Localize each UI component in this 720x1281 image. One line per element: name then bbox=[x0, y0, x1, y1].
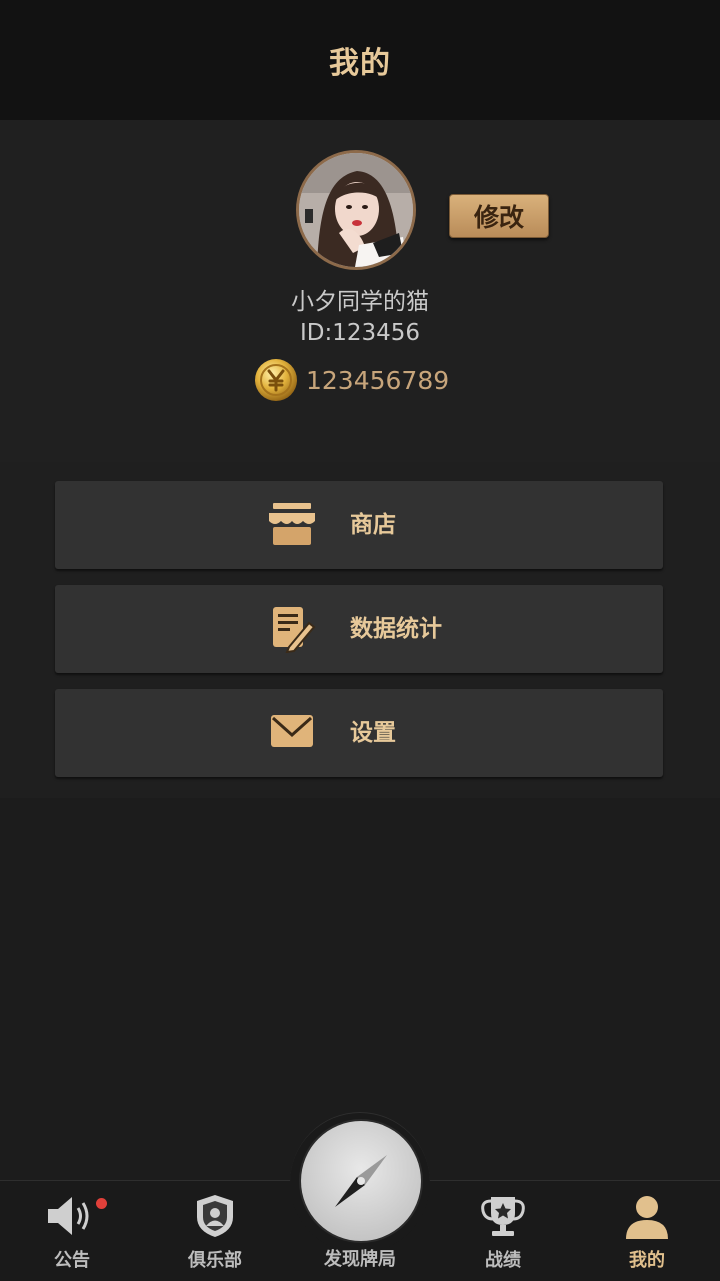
nav-label-club: 俱乐部 bbox=[188, 1250, 242, 1271]
speaker-icon bbox=[48, 1197, 89, 1235]
profile-section: 修改 小夕同学的猫 ID:123456 123456789 bbox=[0, 120, 720, 462]
menu-label-statistics: 数据统计 bbox=[350, 616, 442, 642]
nav-item-notice[interactable]: 公告 bbox=[0, 1181, 144, 1281]
menu-label-shop: 商店 bbox=[350, 512, 396, 538]
menu-item-settings[interactable]: 设置 bbox=[55, 689, 663, 777]
menu-list: 商店 数据统计 设置 bbox=[0, 462, 720, 798]
user-id: ID:123456 bbox=[299, 320, 421, 346]
discover-button[interactable] bbox=[301, 1121, 421, 1241]
nickname: 小夕同学的猫 bbox=[291, 289, 429, 315]
trophy-icon bbox=[481, 1197, 525, 1236]
coin-balance: 123456789 bbox=[254, 358, 449, 402]
nav-label-discover: 发现牌局 bbox=[324, 1249, 396, 1270]
club-shield-icon bbox=[197, 1195, 233, 1237]
coin-amount: 123456789 bbox=[306, 365, 450, 395]
notification-dot bbox=[96, 1198, 107, 1209]
compass-icon bbox=[335, 1155, 387, 1207]
shop-icon bbox=[269, 503, 315, 545]
edit-profile-button[interactable]: 修改 bbox=[449, 194, 549, 238]
top-bar: 我的 bbox=[0, 0, 720, 120]
nav-item-mine[interactable]: 我的 bbox=[575, 1181, 719, 1281]
nav-label-notice: 公告 bbox=[54, 1250, 90, 1271]
menu-item-shop[interactable]: 商店 bbox=[55, 481, 663, 569]
nav-label-records: 战绩 bbox=[485, 1250, 521, 1271]
user-icon bbox=[626, 1196, 668, 1239]
nav-label-mine: 我的 bbox=[629, 1250, 665, 1271]
nav-item-records[interactable]: 战绩 bbox=[431, 1181, 575, 1281]
page-title: 我的 bbox=[329, 46, 391, 81]
menu-item-statistics[interactable]: 数据统计 bbox=[55, 585, 663, 673]
menu-label-settings: 设置 bbox=[350, 720, 396, 746]
avatar[interactable] bbox=[296, 150, 416, 270]
coin-icon bbox=[255, 359, 297, 401]
edit-document-icon bbox=[273, 607, 316, 653]
nav-item-club[interactable]: 俱乐部 bbox=[143, 1181, 287, 1281]
envelope-icon bbox=[271, 715, 313, 747]
